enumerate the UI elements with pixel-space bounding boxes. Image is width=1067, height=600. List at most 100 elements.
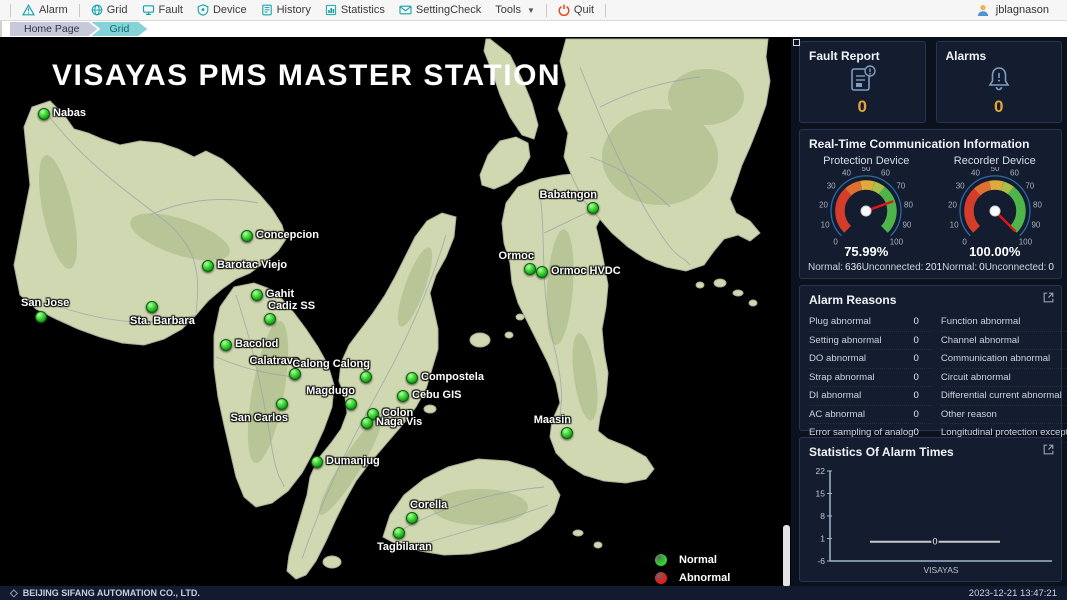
svg-text:22: 22 <box>816 466 826 476</box>
islet <box>516 314 524 320</box>
toolbar-button-history[interactable]: History <box>254 2 318 18</box>
gauge-device-label: Recorder Device <box>954 155 1036 167</box>
datetime-label: 2023-12-21 13:47:21 <box>969 588 1057 599</box>
alarms-title: Alarms <box>937 42 1062 65</box>
alarm-reason-label: DO abnormal <box>809 353 866 364</box>
island-camotes <box>470 333 490 347</box>
toolbar-button-label: Tools <box>495 4 521 16</box>
alarm-reason-label: Channel abnormal <box>941 335 1019 346</box>
station-status-dot-normal[interactable] <box>536 266 548 278</box>
toolbar-button-label: History <box>277 4 311 16</box>
expand-icon[interactable] <box>1043 292 1054 303</box>
svg-text:10: 10 <box>821 221 830 230</box>
quit-icon <box>558 4 570 16</box>
svg-text:VISAYAS: VISAYAS <box>923 565 958 575</box>
station-status-dot-normal[interactable] <box>251 289 263 301</box>
username-label: jblagnason <box>996 4 1049 16</box>
gauge-recorder-device: Recorder Device0102030405060708090100100… <box>932 153 1058 259</box>
station-status-dot-normal[interactable] <box>311 456 323 468</box>
fault-icon <box>142 4 155 16</box>
alarm-reason-row: Function abnormal0 <box>941 313 1067 332</box>
island-mactan <box>424 405 436 413</box>
station-status-dot-normal[interactable] <box>276 398 288 410</box>
alarm-reason-row: Other reason0 <box>941 406 1067 425</box>
alarm-reason-row: Plug abnormal 0 <box>809 313 933 332</box>
alarm-reason-label: Plug abnormal <box>809 316 871 327</box>
toolbar-button-label: Alarm <box>39 4 68 16</box>
svg-text:30: 30 <box>955 182 964 191</box>
toolbar-button-statistics[interactable]: Statistics <box>318 2 392 18</box>
toolbar-button-alarm[interactable]: Alarm <box>15 2 75 18</box>
station-status-dot-normal[interactable] <box>587 202 599 214</box>
svg-text:1: 1 <box>820 534 825 544</box>
toolbar-button-fault[interactable]: Fault <box>135 2 190 18</box>
station-status-dot-normal[interactable] <box>406 372 418 384</box>
station-status-dot-normal[interactable] <box>146 301 158 313</box>
toolbar-button-label: Quit <box>574 4 594 16</box>
legend-label: Abnormal <box>679 572 730 584</box>
tab-grid[interactable]: Grid <box>91 22 147 36</box>
station-status-dot-normal[interactable] <box>202 260 214 272</box>
fault-report-title: Fault Report <box>800 42 925 65</box>
svg-text:90: 90 <box>903 221 912 230</box>
alarm-reasons-grid: Plug abnormal0Setting abnormal0DO abnorm… <box>800 309 1061 443</box>
station-status-dot-normal[interactable] <box>360 371 372 383</box>
stat-normal: Normal:636 <box>808 262 862 273</box>
station-status-dot-normal[interactable] <box>241 230 253 242</box>
expand-icon[interactable] <box>1043 444 1054 455</box>
station-status-dot-normal[interactable] <box>406 512 418 524</box>
toolbar-button-grid[interactable]: Grid <box>84 2 135 18</box>
station-status-dot-normal[interactable] <box>561 427 573 439</box>
toolbar-button-device[interactable]: Device <box>190 2 254 18</box>
summary-cards-row: Fault Report 0 Alarms 0 <box>799 41 1062 123</box>
svg-text:70: 70 <box>897 182 906 191</box>
toolbar-button-label: Fault <box>159 4 183 16</box>
station-status-dot-normal[interactable] <box>220 339 232 351</box>
panel-collapse-icon[interactable] <box>793 39 800 46</box>
station-status-dot-normal[interactable] <box>38 108 50 120</box>
tab-bar: Home Page Grid <box>0 21 1067 37</box>
map-legend: Normal Abnormal <box>655 551 730 586</box>
alarm-reason-row: Strap abnormal0 <box>809 369 933 388</box>
main-toolbar: Alarm Grid Fault Device History StatisticsSet… <box>0 0 1067 21</box>
station-status-dot-normal[interactable] <box>345 398 357 410</box>
map-vertical-scrollbar[interactable] <box>783 525 790 586</box>
svg-text:70: 70 <box>1025 182 1034 191</box>
toolbar-button-settingcheck[interactable]: SettingCheck <box>392 2 488 18</box>
alarm-statistics-title: Statistics Of Alarm Times <box>800 438 963 461</box>
stat-normal: Normal:0 <box>942 262 985 273</box>
legend-label: Normal <box>679 554 717 566</box>
status-bar: ◇ BEIJING SIFANG AUTOMATION CO., LTD. 20… <box>0 586 1067 600</box>
station-status-dot-normal[interactable] <box>397 390 409 402</box>
station-label: Compostela <box>421 371 484 383</box>
connection-stats: Normal:636Unconnected:201Normal:0Unconne… <box>800 259 1061 273</box>
fault-report-card[interactable]: Fault Report 0 <box>799 41 926 123</box>
station-status-dot-normal[interactable] <box>393 527 405 539</box>
station-status-dot-normal[interactable] <box>361 417 373 429</box>
alarm-reason-label: Other reason <box>941 409 997 420</box>
svg-text:40: 40 <box>842 169 851 178</box>
map-islands <box>0 37 791 586</box>
tab-home-page[interactable]: Home Page <box>10 22 97 36</box>
user-menu[interactable]: jblagnason <box>976 4 1067 17</box>
device-icon <box>197 4 209 16</box>
station-status-dot-normal[interactable] <box>524 263 536 275</box>
map-canvas[interactable]: VISAYAS PMS MASTER STATION NabasConcepci… <box>0 37 791 586</box>
station-status-dot-normal[interactable] <box>35 311 47 323</box>
chevron-down-icon: ▼ <box>527 6 535 15</box>
alarms-card[interactable]: Alarms 0 <box>936 41 1063 123</box>
alarm-reason-value: 0 <box>914 316 933 327</box>
svg-text:80: 80 <box>904 201 913 210</box>
station-label: San Jose <box>21 297 69 309</box>
fault-report-icon <box>800 63 925 95</box>
bar-chart: 221581-60VISAYAS <box>806 463 1060 581</box>
alarm-reason-label: DI abnormal <box>809 390 861 401</box>
alarm-reason-row: Differential current abnormal0 <box>941 387 1067 406</box>
station-status-dot-normal[interactable] <box>264 313 276 325</box>
svg-text:15: 15 <box>816 489 826 499</box>
station-label: Cebu GIS <box>412 389 462 401</box>
toolbar-button-tools[interactable]: Tools ▼ <box>488 2 542 18</box>
toolbar-button-label: Grid <box>107 4 128 16</box>
gauge-device-label: Protection Device <box>823 155 909 167</box>
toolbar-button-quit[interactable]: Quit <box>551 2 601 18</box>
